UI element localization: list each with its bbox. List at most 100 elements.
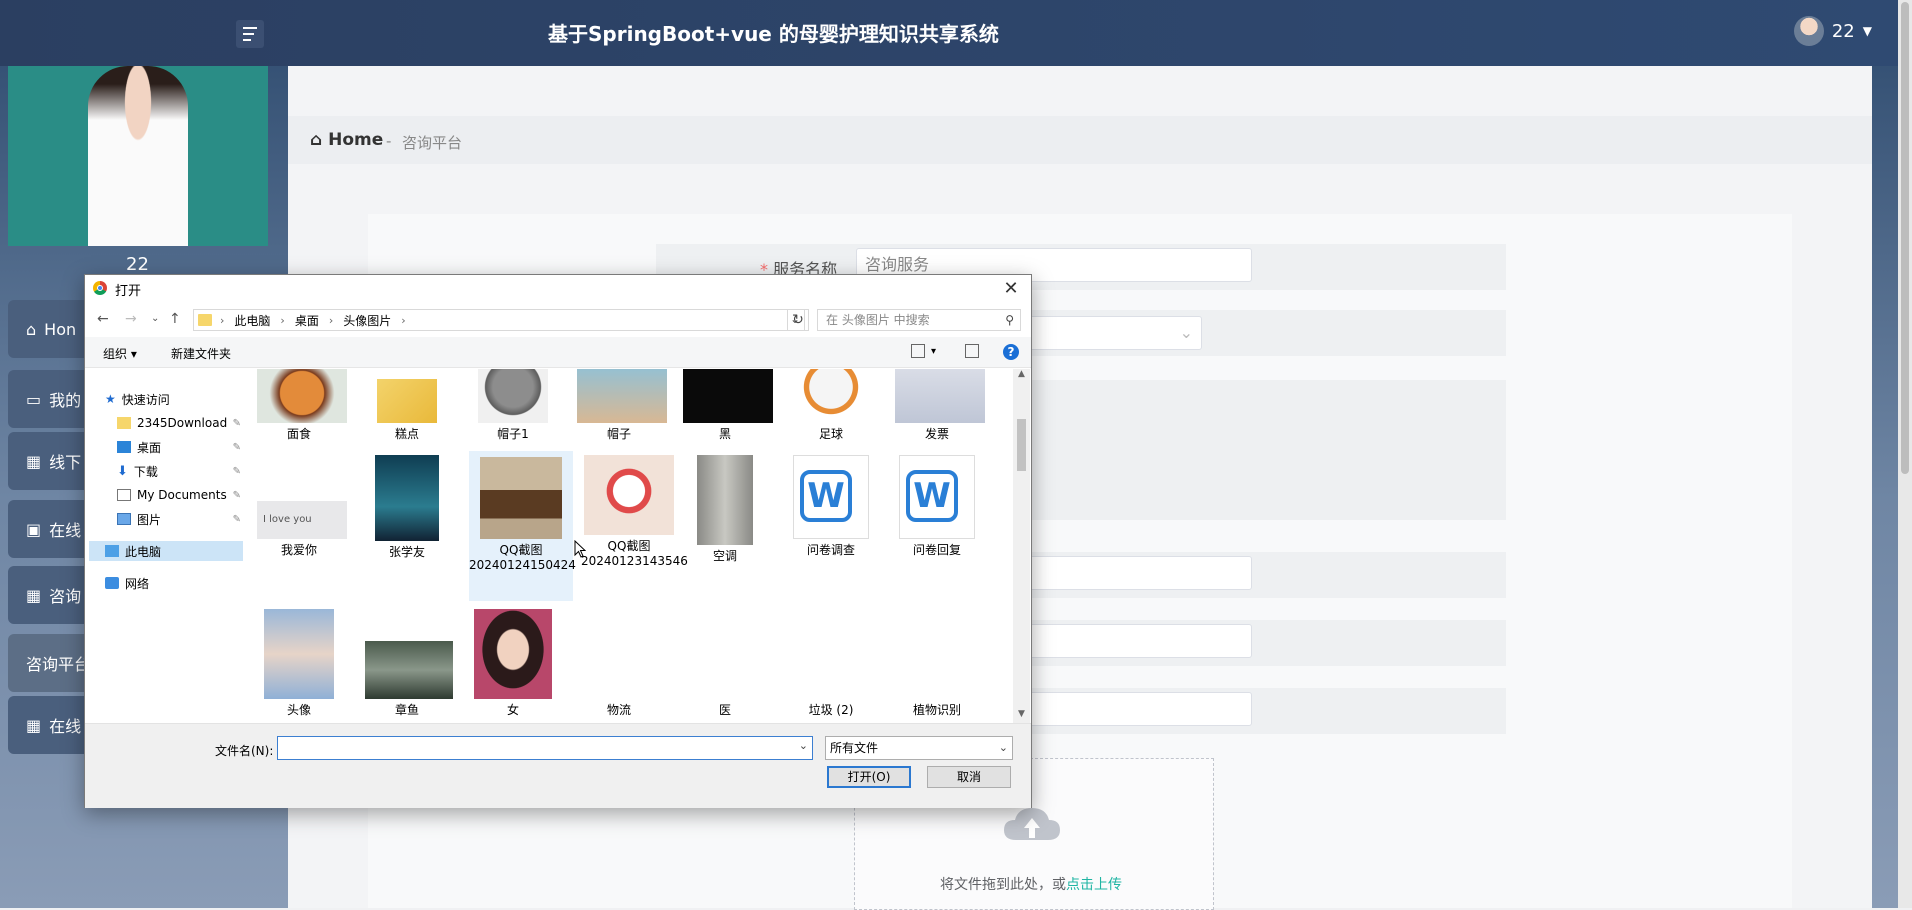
refresh-icon[interactable]: ↻ [787,309,809,331]
file-item[interactable]: 植物识别 [895,609,979,718]
system-title: 基于SpringBoot+vue 的母婴护理知识共享系统 [548,22,999,46]
file-thumbnail [697,455,753,545]
scroll-down-icon[interactable]: ▼ [1013,709,1030,723]
close-icon[interactable]: ✕ [999,277,1023,301]
pictures-icon [117,513,131,525]
scroll-up-icon[interactable]: ▲ [1013,369,1030,383]
file-item[interactable]: 发票 [895,369,985,442]
up-arrow-icon[interactable]: ↑ [169,311,181,327]
view-options-icon[interactable] [911,344,925,358]
file-thumbnail [375,455,439,541]
back-arrow-icon[interactable]: ← [97,311,109,327]
file-item[interactable]: 垃圾 (2) [789,609,873,718]
file-item[interactable]: 足球 [789,369,873,442]
file-item[interactable]: 女 [471,609,555,718]
download-icon: ⬇ [117,463,128,479]
file-item[interactable]: 空调 [683,455,767,564]
chevron-right-icon: › [328,313,334,327]
path-segment[interactable]: 头像图片 [343,312,391,329]
sidebar-item-label: 在线 [49,717,82,736]
new-folder-button[interactable]: 新建文件夹 [171,345,231,362]
mouse-cursor-icon [574,540,586,558]
scrollbar-thumb[interactable] [1017,419,1026,471]
search-icon: ⚲ [1005,313,1014,327]
chevron-right-icon: › [220,313,225,327]
recent-dropdown-icon[interactable]: ⌄ [151,313,159,324]
file-item[interactable]: 帽子 [577,369,667,442]
search-input[interactable]: 在 头像图片 中搜索 ⚲ [817,309,1021,331]
file-item[interactable]: 医 [683,609,767,718]
file-thumbnail [685,609,765,699]
grid-icon: ▦ [26,715,42,735]
open-button[interactable]: 打开(O) [827,766,911,788]
file-item[interactable]: QQ截图 20240123143546 [581,455,688,569]
scrollbar-thumb[interactable] [1901,2,1909,474]
page-scrollbar[interactable] [1898,0,1912,908]
upload-link[interactable]: 点击上传 [1066,877,1122,893]
nav-item-pictures[interactable]: 图片 ✎ [117,509,245,529]
file-item[interactable]: 章鱼 [365,609,453,718]
forward-arrow-icon[interactable]: → [125,311,137,327]
file-name: 面食 [286,427,311,441]
help-icon[interactable]: ? [1003,344,1019,360]
file-thumbnail [577,369,667,423]
breadcrumb-home[interactable]: ⌂ Home [310,130,383,150]
cancel-button[interactable]: 取消 [927,766,1011,788]
person-image [88,66,188,246]
home-icon: ⌂ [26,319,37,339]
filename-input[interactable]: ⌄ [277,736,813,760]
user-menu[interactable]: 22 ▼ [1793,16,1872,46]
nav-item-downloads[interactable]: ⬇ 下载 ✎ [117,461,245,481]
breadcrumb [288,116,1872,164]
sidebar-item-label: 咨询 [49,587,82,606]
file-item[interactable]: W 问卷回复 [895,455,979,558]
path-segment[interactable]: 桌面 [295,312,319,329]
chevron-right-icon: › [401,313,406,327]
computer-icon [105,545,119,557]
file-thumbnail [895,369,985,423]
file-item[interactable]: 物流 [577,609,661,718]
organize-button[interactable]: 组织 ▾ [103,345,137,362]
nav-item-desktop[interactable]: 桌面 ✎ [117,437,245,457]
nav-item-quick-access[interactable]: ★ 快速访问 [105,389,245,409]
menu-toggle-icon[interactable] [236,20,264,48]
nav-item-this-pc[interactable]: 此电脑 [89,541,243,561]
word-doc-icon: W [793,455,869,539]
file-item[interactable]: I love you 我爱你 [257,455,347,558]
file-item[interactable]: 张学友 [365,455,449,560]
file-name: 头像 [286,703,311,717]
nav-item-network[interactable]: 网络 [105,573,245,593]
file-thumbnail [257,369,347,423]
file-grid-scrollbar[interactable]: ▲ ▼ [1013,369,1030,723]
search-placeholder: 在 头像图片 中搜索 [826,313,930,327]
file-item[interactable]: W 问卷调查 [789,455,873,558]
file-grid: 面食 糕点 帽子1 帽子 黑 足球 发票 I love you 我爱你 张学友 [255,369,999,723]
file-thumbnail [365,641,453,699]
nav-item-label: My Documents [137,488,227,502]
nav-item-label: 下载 [133,464,158,479]
file-item[interactable]: 头像 [257,609,341,718]
file-item-selected[interactable]: QQ截图 20240124150424 [469,451,576,601]
file-item[interactable]: 黑 [683,369,773,442]
nav-item-label: 2345Download [137,416,228,430]
preview-pane-icon[interactable] [965,344,979,358]
avatar [1793,16,1824,46]
address-bar[interactable]: › 此电脑 › 桌面 › 头像图片 › ⌄ [193,309,805,331]
path-segment[interactable]: 此电脑 [234,312,270,329]
nav-item-2345download[interactable]: 2345Download ✎ [117,413,245,433]
file-item[interactable]: 面食 [257,369,347,442]
sidebar-item-label: Hon [44,319,77,339]
file-name: 帽子 [606,427,631,441]
chevron-down-icon[interactable]: ▾ [931,346,936,357]
dialog-footer: 文件名(N): ⌄ 所有文件 ⌄ 打开(O) 取消 [85,723,1031,808]
file-name: QQ截图 20240124150424 [469,543,576,572]
pin-icon: ✎ [232,441,241,453]
nav-item-my-documents[interactable]: My Documents ✎ [117,485,245,505]
chrome-icon [93,281,107,295]
file-name: QQ截图 20240123143546 [581,539,688,568]
file-type-select[interactable]: 所有文件 ⌄ [825,736,1013,760]
chevron-down-icon[interactable]: ⌄ [799,739,808,752]
file-item[interactable]: 糕点 [365,369,449,442]
file-item[interactable]: 帽子1 [471,369,555,442]
file-name: 黑 [718,427,731,441]
